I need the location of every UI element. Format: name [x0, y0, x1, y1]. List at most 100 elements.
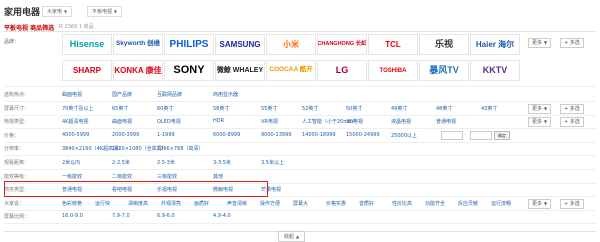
filter-option[interactable]: 清晰度高	[128, 200, 148, 207]
row-more-button[interactable]: 更多 ▼	[528, 117, 552, 127]
row-multi-select-button[interactable]: + 多选	[560, 199, 584, 209]
filter-option[interactable]: 功能齐全	[425, 200, 445, 207]
category-dropdown-major-appliances[interactable]: 大家电 ▼	[42, 6, 73, 17]
filter-option[interactable]: 运行流畅	[491, 200, 511, 207]
row-divider	[4, 210, 596, 211]
brand-logo-samsung[interactable]: SAMSUNG	[215, 34, 265, 55]
row-divider	[4, 155, 596, 156]
filter-option[interactable]: 70英寸及以上	[62, 105, 93, 112]
brand-name: COOCAA 酷开	[269, 66, 313, 74]
row-more-button[interactable]: 更多 ▼	[528, 104, 552, 114]
filter-option[interactable]: 6.9-6.0	[157, 213, 175, 219]
filter-option[interactable]: 国产品牌	[112, 91, 132, 98]
price-confirm-button[interactable]: 确定	[494, 131, 510, 140]
brand-name: SONY	[173, 64, 205, 76]
filter-option[interactable]: 声音清晰	[227, 200, 247, 207]
filter-option[interactable]: 外观漂亮	[161, 200, 181, 207]
row-multi-select-button[interactable]: + 多选	[560, 104, 584, 114]
filter-option[interactable]: 互联网品牌	[157, 91, 182, 98]
filter-option[interactable]: 运行快	[95, 200, 110, 207]
filter-option[interactable]: 4K超清电视	[62, 118, 88, 125]
filter-option[interactable]: 43英寸	[481, 105, 497, 112]
collapse-button[interactable]: 收起 ▲	[278, 231, 306, 242]
filter-option[interactable]: 3.5米以上	[261, 159, 284, 166]
brand-logo-sharp[interactable]: SHARP	[62, 60, 112, 81]
filter-option[interactable]: 三级能效	[157, 173, 177, 180]
filter-option[interactable]: 16.0-9.0	[62, 213, 83, 219]
filter-option[interactable]: 15000-24999	[346, 132, 380, 138]
row-more-button[interactable]: 更多 ▼	[528, 199, 552, 209]
filter-option[interactable]: 音质好	[359, 200, 374, 207]
filter-option[interactable]: 曲面电视	[112, 118, 132, 125]
filter-option[interactable]: 4000-5999	[62, 132, 89, 138]
filter-option[interactable]: 2米以内	[62, 159, 80, 166]
filter-option[interactable]: 价格实惠	[326, 200, 346, 207]
filter-option[interactable]: 1366×768（高清）	[157, 145, 203, 152]
filter-option[interactable]: 9000-13999	[261, 132, 291, 138]
crumb-label: 大家电	[47, 9, 63, 15]
filter-option[interactable]: 60英寸	[157, 105, 173, 112]
brand-more-button[interactable]: 更多 ▼	[528, 38, 552, 48]
filter-option[interactable]: 52英寸	[302, 105, 318, 112]
filter-option[interactable]: 65英寸	[112, 105, 128, 112]
page-title: 家用电器	[4, 8, 41, 18]
filter-option[interactable]: 50英寸	[346, 105, 362, 112]
filter-row-label: 价格：	[4, 133, 20, 139]
brand-logo-konka[interactable]: KONKA 康佳	[113, 60, 163, 81]
filter-option[interactable]: 二级能效	[112, 173, 132, 180]
brand-logo-toshiba[interactable]: TOSHIBA	[368, 60, 418, 81]
category-dropdown-flat-tv[interactable]: 平板电视 ▼	[87, 6, 123, 17]
filter-option[interactable]: 25000以上	[391, 132, 417, 139]
brand-logo-skyworth[interactable]: Skyworth 创维	[113, 34, 163, 55]
filter-option[interactable]: 55英寸	[261, 105, 277, 112]
brand-logo-haier[interactable]: Haier 海尔	[470, 34, 520, 55]
filter-option[interactable]: 普通电视	[436, 118, 456, 125]
chevron-down-icon: ▼	[64, 9, 68, 14]
filter-option[interactable]: 1-1999	[157, 132, 175, 138]
more-label: 更多	[532, 40, 543, 46]
brand-logo-sony[interactable]: SONY	[164, 60, 214, 81]
filter-option[interactable]: 性价比高	[392, 200, 412, 207]
brand-logo-kktv[interactable]: KKTV	[470, 60, 520, 81]
row-multi-select-button[interactable]: + 多选	[560, 117, 584, 127]
filter-option[interactable]: 3-3.5米	[213, 159, 231, 166]
filter-option[interactable]: 48英寸	[436, 105, 452, 112]
brand-logo-coocaa[interactable]: COOCAA 酷开	[266, 60, 316, 81]
brand-logo-hisense[interactable]: Hisense	[62, 34, 112, 55]
filter-option[interactable]: 商用显示器	[213, 91, 238, 98]
price-min-input[interactable]	[441, 131, 463, 140]
brand-logo-mi[interactable]: 小米	[266, 34, 316, 55]
filter-option[interactable]: 色彩鲜艳	[62, 200, 82, 207]
price-max-input[interactable]	[470, 131, 492, 140]
filter-option[interactable]: 2.5-3米	[157, 159, 175, 166]
brand-logo-tcl[interactable]: TCL	[368, 34, 418, 55]
brand-logo-philips[interactable]: PHILIPS	[164, 34, 214, 55]
brand-logo-whaley[interactable]: 微鲸 WHALEY	[215, 60, 265, 81]
brand-logo-baofeng[interactable]: 暴风TV	[419, 60, 469, 81]
filter-option[interactable]: 反应灵敏	[458, 200, 478, 207]
brand-logo-changhong[interactable]: CHANGHONG 长虹	[317, 34, 367, 55]
filter-option[interactable]: 49英寸	[391, 105, 407, 112]
filter-option[interactable]: 屏幕大	[293, 200, 308, 207]
filter-option[interactable]: 2000-3999	[112, 132, 139, 138]
filter-option[interactable]: 2-2.5米	[112, 159, 130, 166]
filter-option[interactable]: 曲面电视	[62, 91, 82, 98]
filter-option[interactable]: 14000-18999	[302, 132, 336, 138]
filter-option[interactable]: 58英寸	[213, 105, 229, 112]
filter-option[interactable]: 画质好	[194, 200, 209, 207]
filter-option[interactable]: 一级能效	[62, 173, 82, 180]
filter-option[interactable]: 操作方便	[260, 200, 280, 207]
filter-option[interactable]: 7.9-7.0	[112, 213, 130, 219]
filter-option[interactable]: 其他	[213, 173, 223, 180]
filter-option[interactable]: OLED电视	[157, 118, 181, 125]
filter-option[interactable]: HDR	[213, 118, 224, 124]
brand-multi-select-button[interactable]: + 多选	[560, 38, 584, 48]
filter-option[interactable]: 液晶电视	[391, 118, 411, 125]
brand-logo-letv[interactable]: 乐视	[419, 34, 469, 55]
brand-logo-lg[interactable]: LG	[317, 60, 367, 81]
filter-option[interactable]: 6000-8999	[213, 132, 240, 138]
brand-name: SHARP	[72, 65, 101, 75]
filter-option[interactable]: 3D电视	[346, 118, 363, 125]
filter-option[interactable]: 4.9-4.0	[213, 213, 231, 219]
filter-option[interactable]: VR电视	[261, 118, 278, 125]
